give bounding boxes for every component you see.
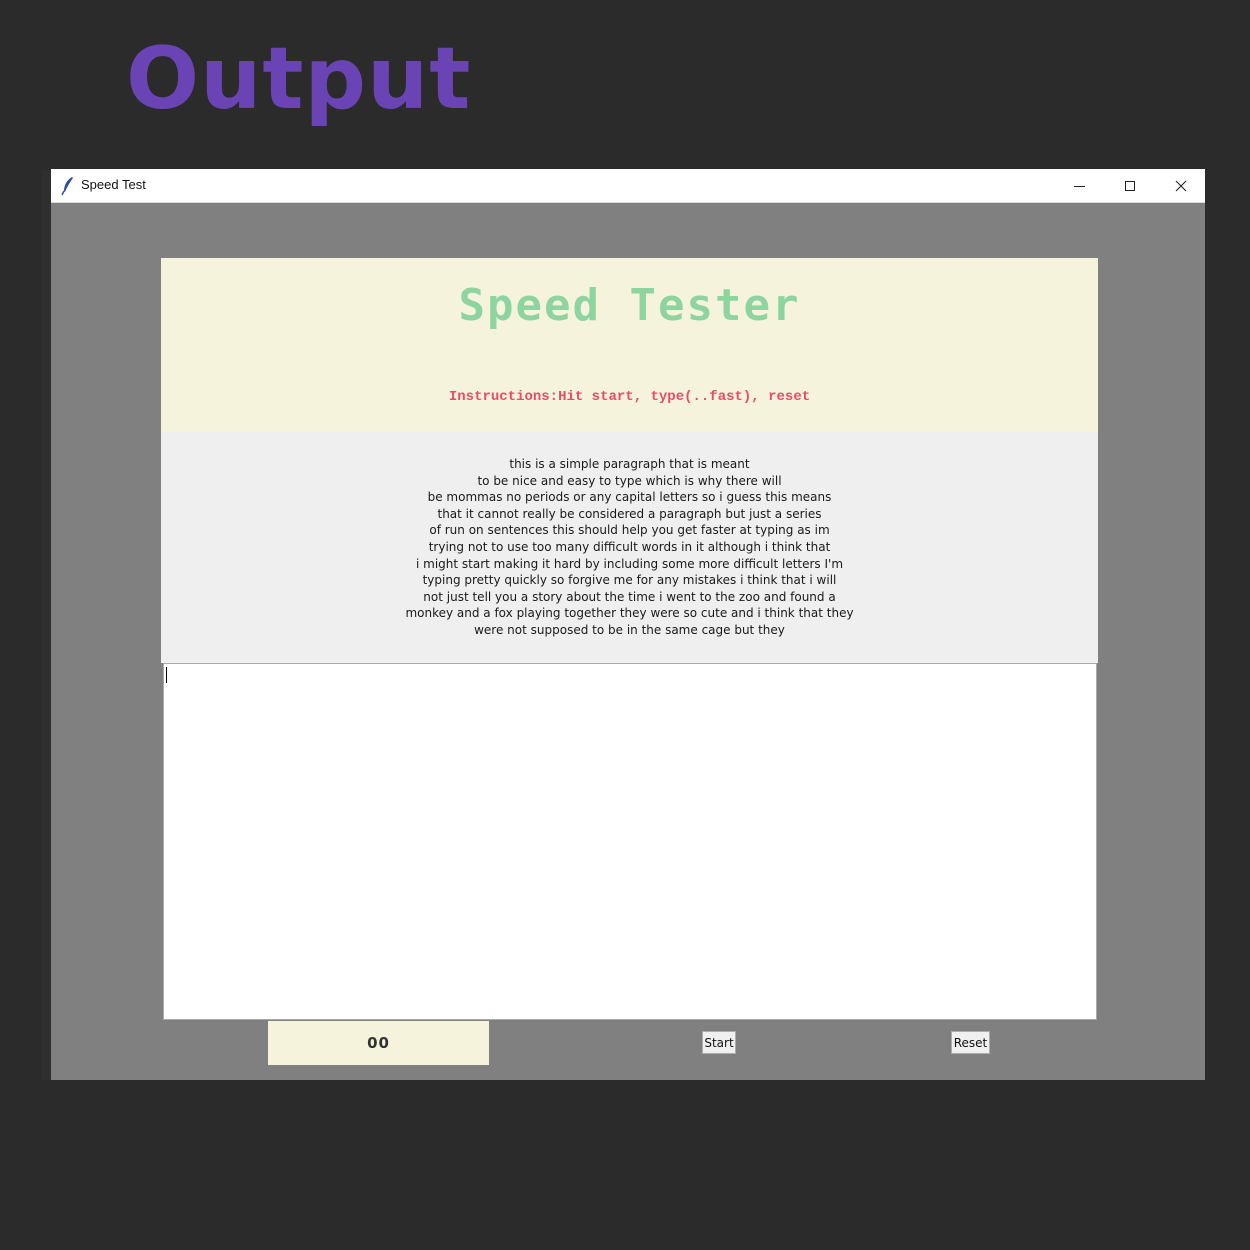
typing-input[interactable] <box>163 663 1097 1020</box>
paragraph-line: i might start making it hard by includin… <box>415 556 844 571</box>
paragraph-line: this is a simple paragraph that is meant <box>509 457 750 471</box>
paragraph-line: be mommas no periods or any capital lett… <box>427 490 832 505</box>
paragraph-line: typing pretty quickly so forgive me for … <box>422 573 837 588</box>
window-title: Speed Test <box>81 177 146 192</box>
paragraph-line: of run on sentences this should help you… <box>429 523 830 538</box>
reset-button[interactable]: Reset <box>951 1031 990 1054</box>
app-title: Speed Tester <box>458 280 801 331</box>
output-heading: Output <box>126 29 472 129</box>
paragraph-line: trying not to use too many difficult wor… <box>428 539 831 554</box>
title-bar[interactable]: Speed Test <box>51 169 1205 203</box>
paragraph-line: not just tell you a story about the time… <box>423 589 836 604</box>
sample-paragraph: this is a simple paragraph that is meant… <box>161 456 1098 639</box>
header-panel: Speed Tester Instructions:Hit start, typ… <box>161 258 1098 432</box>
feather-icon <box>61 177 73 196</box>
speed-test-window: Speed Test Speed Tester Instructions:Hit… <box>51 169 1205 1080</box>
paragraph-panel: this is a simple paragraph that is meant… <box>161 432 1098 663</box>
text-caret <box>166 667 167 683</box>
paragraph-line: to be nice and easy to type which is why… <box>477 473 782 488</box>
instructions-label: Instructions:Hit start, type(..fast), re… <box>448 389 811 405</box>
maximize-icon <box>1125 181 1135 191</box>
paragraph-line: were not supposed to be in the same cage… <box>474 622 785 637</box>
close-icon <box>1175 180 1187 192</box>
minimize-icon <box>1073 185 1085 187</box>
close-button[interactable] <box>1155 169 1207 203</box>
maximize-button[interactable] <box>1104 169 1156 203</box>
start-button[interactable]: Start <box>702 1031 736 1054</box>
minimize-button[interactable] <box>1053 169 1105 203</box>
timer-display: 00 <box>268 1021 489 1065</box>
paragraph-line: that it cannot really be considered a pa… <box>437 506 822 521</box>
paragraph-line: monkey and a fox playing together they w… <box>405 606 854 621</box>
